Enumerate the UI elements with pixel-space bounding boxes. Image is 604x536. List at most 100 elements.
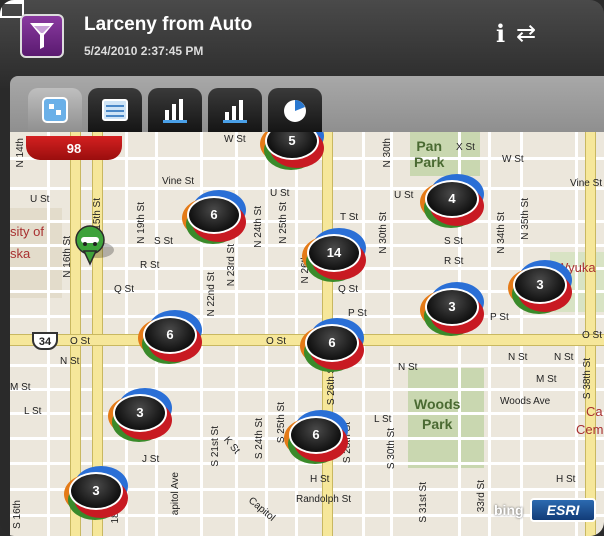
filter-funnel-icon[interactable] (20, 14, 64, 58)
street-label: Capitol (246, 495, 278, 524)
street-label: S 38th St (582, 358, 593, 400)
street-label: apitol Ave (170, 472, 181, 516)
tab-map-view[interactable] (28, 88, 82, 132)
incident-title: Larceny from Auto (84, 14, 253, 35)
incident-map[interactable]: N 14th W St X St W St N 30th Vine St Vin… (10, 132, 604, 536)
street-label: S St (444, 236, 463, 247)
esri-logo: ESRI (530, 498, 596, 522)
incident-cluster[interactable]: 14 (302, 228, 366, 282)
street-label: N St (554, 352, 574, 363)
incident-cluster[interactable]: 3 (108, 388, 172, 442)
window-header: Larceny from Auto 5/24/2010 2:37:45 PM i… (0, 0, 604, 72)
incident-cluster[interactable]: 6 (182, 190, 246, 244)
bar-chart-2-icon (223, 100, 247, 123)
street-label: N 34th St (496, 212, 507, 254)
bar-chart-icon (163, 99, 187, 123)
street-label: Q St (114, 284, 135, 295)
street-label: R St (444, 256, 464, 267)
street-label: U St (30, 194, 50, 205)
tab-list-view[interactable] (88, 88, 142, 132)
street-label: N St (60, 356, 80, 367)
cluster-count: 6 (187, 196, 241, 234)
street-label: S 16th (12, 500, 23, 529)
incident-cluster[interactable]: 3 (508, 260, 572, 314)
street-label: L St (24, 406, 42, 417)
street-label: Randolph St (296, 494, 352, 505)
view-tabbar (10, 76, 604, 132)
street-label: N 22nd St (206, 272, 217, 317)
street-label: S 31st St (418, 482, 429, 523)
street-label: N 30th (382, 138, 393, 168)
incident-cluster[interactable]: 3 (420, 282, 484, 336)
tab-bar-chart-2[interactable] (208, 88, 262, 132)
street-label: X St (456, 142, 475, 153)
street-label: N 25th St (278, 202, 289, 244)
street-label: M St (10, 382, 31, 393)
incident-cluster[interactable]: 5 (260, 132, 324, 170)
bing-logo: bing (494, 502, 524, 518)
city-label: Ca (586, 404, 603, 419)
street-label: W St (502, 154, 524, 165)
street-label: U St (270, 188, 290, 199)
tab-bar-chart[interactable] (148, 88, 202, 132)
street-label: N St (508, 352, 528, 363)
street-label: N 19th St (136, 202, 147, 244)
street-label: T St (340, 212, 359, 223)
street-label: S St (154, 236, 173, 247)
list-view-icon (102, 99, 128, 121)
street-label: N 35th St (520, 198, 531, 240)
street-label: M St (536, 374, 557, 385)
street-label: Vine St (570, 178, 603, 189)
street-label: N 24th St (253, 206, 264, 248)
incident-window: Larceny from Auto 5/24/2010 2:37:45 PM i… (0, 0, 604, 536)
cluster-count: 6 (305, 324, 359, 362)
tab-pie-chart[interactable] (268, 88, 322, 132)
street-label: H St (556, 474, 576, 485)
incident-timestamp: 5/24/2010 2:37:45 PM (84, 44, 204, 58)
cluster-count: 14 (307, 234, 361, 272)
incident-cluster[interactable]: 6 (284, 410, 348, 464)
cluster-count: 6 (143, 316, 197, 354)
street-label: S 24th St (254, 418, 265, 460)
incident-cluster[interactable]: 3 (64, 466, 128, 520)
city-label: sity of (10, 224, 44, 239)
street-label: O St (266, 336, 287, 347)
cluster-count: 3 (113, 394, 167, 432)
street-label: N St (398, 362, 418, 373)
street-label: Vine St (162, 176, 195, 187)
street-label: H St (310, 474, 330, 485)
info-button[interactable]: i (496, 22, 505, 46)
pie-chart-icon (284, 100, 306, 122)
city-label: Cem (576, 422, 604, 437)
incident-cluster[interactable]: 4 (420, 174, 484, 228)
street-label: J St (142, 454, 160, 465)
incident-cluster[interactable]: 6 (300, 318, 364, 372)
street-label: L St (374, 414, 392, 425)
street-label: N 30th St (378, 212, 389, 254)
top-count-badge[interactable]: 98 (26, 136, 122, 160)
street-label: Q St (338, 284, 359, 295)
street-label: W St (224, 134, 246, 145)
street-label: S 30th St (386, 428, 397, 470)
city-label: ska (10, 246, 31, 261)
street-label: N 23rd St (226, 244, 237, 287)
street-label: U St (394, 190, 414, 201)
street-label: 33rd St (476, 480, 487, 513)
highway-shield: 34 (32, 332, 58, 350)
street-label: O St (582, 330, 603, 341)
cluster-count: 6 (289, 416, 343, 454)
swap-button[interactable]: ⇄ (516, 22, 536, 46)
street-label: S 21st St (210, 426, 221, 467)
woods-park-label: Woods Park (414, 396, 461, 432)
incident-cluster[interactable]: 6 (138, 310, 202, 364)
street-label: O St (70, 336, 91, 347)
map-view-icon (42, 97, 68, 123)
car-pin-icon[interactable] (70, 224, 114, 273)
cluster-count: 3 (425, 288, 479, 326)
cluster-count: 3 (513, 266, 567, 304)
pan-park-label: Pan Park (414, 138, 445, 170)
street-label: P St (490, 312, 509, 323)
cluster-count: 3 (69, 472, 123, 510)
street-label: N 14th (15, 138, 26, 168)
street-label: R St (140, 260, 160, 271)
